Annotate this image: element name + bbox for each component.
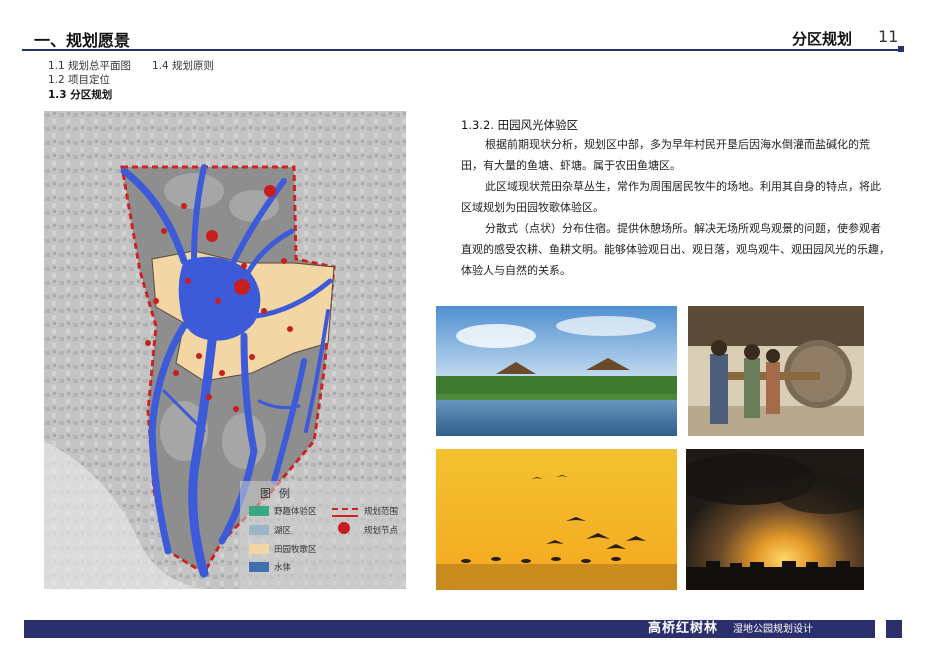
legend-swatch-boundary	[332, 508, 358, 517]
legend-swatch-water	[249, 562, 269, 572]
section-title: 一、规划愿景	[34, 31, 131, 50]
legend-label-water: 水体	[274, 563, 292, 573]
legend-swatch-lake	[249, 525, 269, 535]
photo-cattle-sunset	[686, 449, 864, 590]
photo-cranes-sunset	[436, 449, 677, 590]
zone-heading: 1.3.2. 田园风光体验区	[461, 118, 579, 132]
photo-farming-mill	[688, 306, 864, 436]
legend-label-pastoral: 田园牧歌区	[274, 545, 317, 555]
legend-label-lake: 湖区	[274, 526, 292, 536]
paragraph-2: 此区域现状荒田杂草丛生，常作为周围居民牧牛的场地。利用其自身的特点，将此区域规划…	[461, 180, 881, 214]
photo-wetland-huts	[436, 306, 677, 436]
page-number: 11	[878, 27, 899, 46]
legend-swatch-wild	[249, 506, 269, 516]
nav-item-11[interactable]: 1.1 规划总平面图	[48, 58, 131, 73]
legend-swatch-pastoral	[249, 544, 269, 554]
legend-title: 图例	[260, 487, 298, 500]
footer-subtitle: 湿地公园规划设计	[733, 624, 813, 635]
nav-item-12[interactable]: 1.2 项目定位	[48, 72, 110, 87]
paragraph-3: 分散式（点状）分布住宿。提供休憩场所。解决无场所观鸟观景的问题，使参观者直观的感…	[461, 222, 890, 277]
legend-label-node: 规划节点	[364, 526, 399, 536]
zoning-map-graphic	[44, 111, 406, 589]
page-label: 分区规划	[792, 30, 853, 48]
header-rule	[22, 49, 898, 51]
header-rule-end	[898, 46, 904, 52]
footer-brand: 高桥红树林	[648, 621, 719, 636]
nav-item-13[interactable]: 1.3 分区规划	[48, 87, 112, 102]
legend-label-boundary: 规划范围	[364, 507, 399, 517]
footer-bar-end	[886, 620, 902, 638]
legend-swatch-node	[338, 522, 350, 534]
legend-label-wild: 野趣体验区	[274, 507, 317, 517]
nav-item-14[interactable]: 1.4 规划原则	[152, 58, 214, 73]
paragraph-1: 根据前期现状分析，规划区中部，多为早年村民开垦后因海水倒灌而盐碱化的荒田，有大量…	[461, 138, 870, 172]
zoning-map: 图例 野趣体验区 湖区 田园牧歌区 水体 规划范围 规划节点	[44, 111, 406, 589]
